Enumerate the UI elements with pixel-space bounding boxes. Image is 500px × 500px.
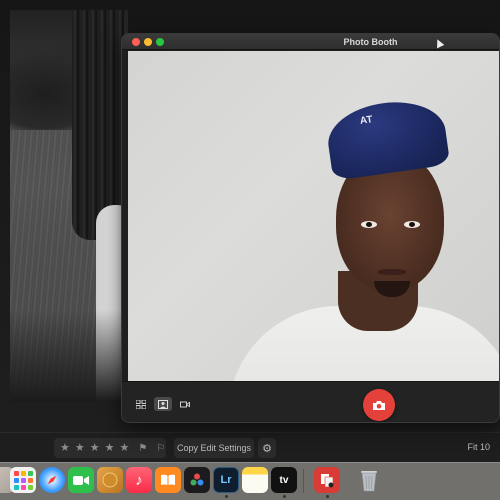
gear-icon[interactable]: ⚙ [258, 438, 276, 458]
launchpad-icon[interactable] [10, 467, 36, 493]
running-indicator [326, 495, 329, 498]
video-mode-button[interactable] [176, 397, 194, 411]
davinci-logo-icon [190, 473, 204, 486]
photo-shadow [10, 310, 128, 402]
photobooth-icon[interactable] [314, 467, 340, 493]
open-book-icon [161, 474, 175, 485]
dock-separator [303, 469, 304, 493]
notes-icon[interactable] [242, 467, 268, 493]
view-toggle [132, 397, 194, 411]
photo-booth-window: Photo Booth AT [121, 33, 500, 423]
books-icon[interactable] [155, 467, 181, 493]
safari-icon[interactable] [39, 467, 65, 493]
finder-icon[interactable] [97, 467, 123, 493]
unflag-icon[interactable]: ⚐ [156, 443, 165, 454]
subject-cap [323, 95, 451, 181]
trash-can-icon [361, 471, 377, 492]
grid-view-button[interactable] [132, 397, 150, 411]
running-indicator [225, 495, 228, 498]
portrait-icon [158, 399, 168, 409]
star-icon[interactable]: ★ [90, 442, 100, 454]
compass-icon [47, 475, 57, 485]
cap-logo: AT [359, 114, 374, 127]
dollar-icon [102, 472, 118, 488]
star-icon[interactable]: ★ [105, 442, 115, 454]
trash-icon[interactable] [356, 467, 382, 493]
grid-icon [136, 399, 146, 409]
camera-icon [373, 400, 385, 410]
star-icon[interactable]: ★ [120, 442, 130, 454]
lightroom-toolbar: ★ ★ ★ ★ ★ ⚑ ⚐ Copy Edit Settings ⚙ Fit 1… [0, 432, 500, 462]
photo-mode-button[interactable] [154, 397, 172, 411]
zoom-fit-label[interactable]: Fit 10 [467, 442, 490, 452]
lightroom-photo [10, 10, 128, 402]
photo-strip-icon [321, 474, 334, 488]
desktop: ★ ★ ★ ★ ★ ⚑ ⚐ Copy Edit Settings ⚙ Fit 1… [0, 0, 500, 500]
video-camera-icon [180, 401, 190, 407]
photo-booth-controls [122, 381, 499, 422]
subject-mouth [378, 269, 406, 275]
flag-icon[interactable]: ⚑ [138, 443, 147, 454]
dock: ♪ Lr tv [0, 462, 500, 500]
running-indicator [283, 495, 286, 498]
rating-group: ★ ★ ★ ★ ★ ⚑ ⚐ [54, 438, 166, 458]
star-icon[interactable]: ★ [60, 442, 70, 454]
video-icon [73, 475, 89, 485]
davinci-icon[interactable] [184, 467, 210, 493]
copy-edit-settings-button[interactable]: Copy Edit Settings [174, 438, 254, 458]
title-bar[interactable]: Photo Booth [122, 34, 499, 50]
appletv-icon[interactable]: tv [271, 467, 297, 493]
lightroom-icon[interactable]: Lr [213, 467, 239, 493]
take-photo-button[interactable] [363, 389, 395, 421]
subject-eye [361, 221, 377, 228]
camera-preview: AT [128, 51, 499, 381]
music-icon[interactable]: ♪ [126, 467, 152, 493]
star-icon[interactable]: ★ [75, 442, 85, 454]
subject-eye [404, 221, 420, 228]
facetime-icon[interactable] [68, 467, 94, 493]
